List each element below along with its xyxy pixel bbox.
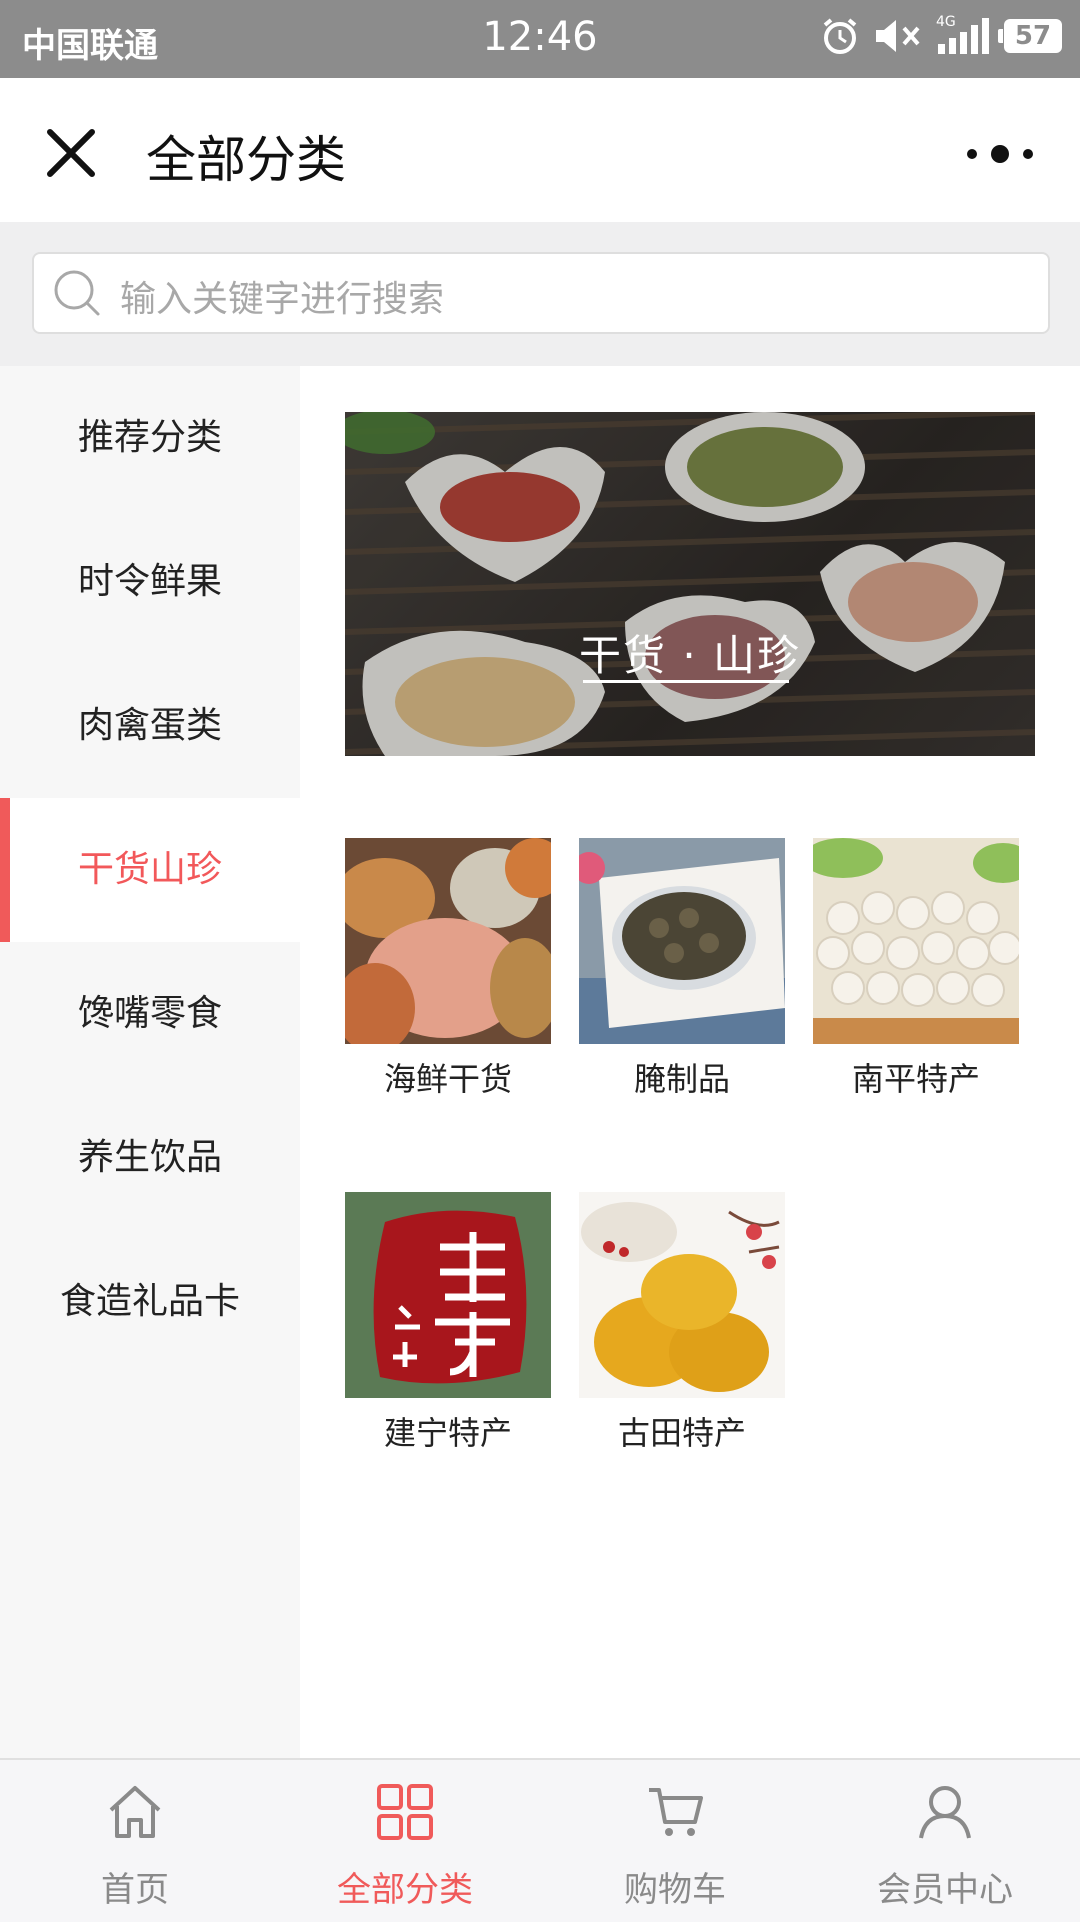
signal-icon: 4G <box>936 14 992 56</box>
battery-indicator: 57 <box>998 19 1062 53</box>
sidebar-item-snacks[interactable]: 馋嘴零食 <box>0 942 300 1086</box>
cart-icon <box>649 1788 703 1836</box>
home-icon <box>109 1786 161 1838</box>
tab-label: 会员中心 <box>877 1870 1013 1910</box>
tab-label: 全部分类 <box>337 1870 473 1910</box>
subcategory-label: 南平特产 <box>851 1060 980 1098</box>
page-title: 全部分类 <box>146 131 346 189</box>
banner-underline <box>583 680 789 683</box>
subcategory-label: 建宁特产 <box>383 1414 512 1452</box>
sidebar-item-drinks[interactable]: 养生饮品 <box>0 1086 300 1230</box>
search-placeholder: 输入关键字进行搜索 <box>120 279 445 320</box>
subcategory-tile[interactable]: 南平特产 <box>813 838 1019 1100</box>
category-sidebar: 推荐分类 时令鲜果 肉禽蛋类 干货山珍 馋嘴零食 养生饮品 食造礼品卡 <box>0 366 300 1758</box>
search-icon <box>54 270 100 316</box>
gutian-thumbnail <box>579 1192 785 1398</box>
grid-icon <box>377 1784 433 1840</box>
subcategory-label: 腌制品 <box>633 1060 730 1098</box>
sidebar-item-gift-card[interactable]: 食造礼品卡 <box>0 1230 300 1374</box>
alarm-icon <box>823 18 857 54</box>
category-content: 干货 · 山珍 海鲜干货 腌制品 南平特产 建宁特产 古田特产 <box>300 366 1080 1758</box>
tab-member-center[interactable]: 会员中心 <box>810 1760 1080 1922</box>
more-icon[interactable] <box>960 142 1040 166</box>
subcategory-tile[interactable]: 海鲜干货 <box>345 838 551 1100</box>
subcategory-tile[interactable]: 腌制品 <box>579 838 785 1100</box>
status-bar: 中国联通 12:46 4G 57 <box>0 0 1080 78</box>
status-icons: 4G 57 <box>820 14 1062 56</box>
subcategory-label: 古田特产 <box>617 1414 746 1452</box>
tab-home[interactable]: 首页 <box>0 1760 270 1922</box>
nav-bar: 全部分类 <box>0 78 1080 222</box>
tab-label: 首页 <box>101 1870 169 1910</box>
pickled-thumbnail <box>579 838 785 1044</box>
bottom-tab-bar: 首页 全部分类 购物车 会员中心 <box>0 1758 1080 1922</box>
mute-icon <box>876 20 920 52</box>
search-input[interactable]: 输入关键字进行搜索 <box>32 252 1050 334</box>
subcategory-tile[interactable]: 古田特产 <box>579 1192 785 1454</box>
search-area: 输入关键字进行搜索 <box>0 222 1080 366</box>
subcategory-tile[interactable]: 建宁特产 <box>345 1192 551 1454</box>
tab-all-categories[interactable]: 全部分类 <box>270 1760 540 1922</box>
subcategory-label: 海鲜干货 <box>383 1060 512 1098</box>
sidebar-item-meat-eggs[interactable]: 肉禽蛋类 <box>0 654 300 798</box>
banner-image <box>345 412 1035 756</box>
sidebar-item-recommended[interactable]: 推荐分类 <box>0 366 300 510</box>
tab-label: 购物车 <box>624 1870 726 1910</box>
sidebar-item-dried-goods[interactable]: 干货山珍 <box>0 798 300 942</box>
seafood-thumbnail <box>345 838 551 1044</box>
banner-title: 干货 · 山珍 <box>578 631 802 680</box>
nanping-thumbnail <box>813 838 1019 1044</box>
close-icon[interactable] <box>44 126 98 180</box>
jianning-logo <box>345 1192 551 1398</box>
network-type: 4G <box>936 14 956 30</box>
sidebar-item-seasonal-fruit[interactable]: 时令鲜果 <box>0 510 300 654</box>
category-banner[interactable]: 干货 · 山珍 <box>345 412 1035 756</box>
tab-cart[interactable]: 购物车 <box>540 1760 810 1922</box>
user-icon <box>919 1786 971 1839</box>
